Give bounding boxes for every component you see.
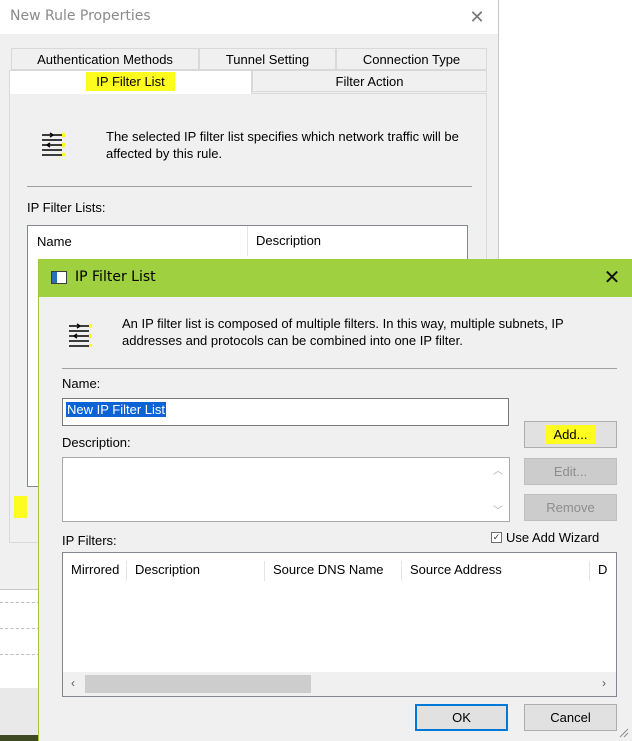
scroll-up-icon[interactable]: ︿	[487, 462, 509, 477]
separator	[62, 368, 617, 369]
dialog-titlebar: IP Filter List ✕	[39, 259, 632, 297]
tab-connection-type[interactable]: Connection Type	[336, 48, 487, 70]
column-header-source-dns-name[interactable]: Source DNS Name	[264, 561, 401, 581]
name-label: Name:	[62, 376, 101, 391]
ip-filter-list-dialog: IP Filter List ✕ An IP filter list is co…	[38, 259, 632, 741]
size-grip-icon[interactable]	[619, 728, 629, 738]
tab-authentication-methods[interactable]: Authentication Methods	[11, 48, 199, 70]
description-label: Description:	[62, 435, 131, 450]
dialog-info-text: An IP filter list is composed of multipl…	[122, 316, 564, 348]
name-input[interactable]: New IP Filter List	[62, 398, 509, 426]
column-header-description[interactable]: Description	[126, 561, 264, 581]
tab-filter-action[interactable]: Filter Action	[252, 70, 487, 92]
close-icon[interactable]: ✕	[601, 267, 623, 289]
add-button-label: Add...	[544, 425, 597, 444]
filter-list-icon	[42, 132, 65, 156]
ip-filters-table[interactable]: Mirrored Description Source DNS Name Sou…	[62, 552, 617, 697]
description-textarea[interactable]: ︿ ﹀	[62, 457, 510, 522]
cancel-button[interactable]: Cancel	[524, 704, 617, 731]
rule-window-titlebar: New Rule Properties ✕	[0, 0, 498, 34]
edit-button-label: Edit...	[553, 464, 588, 479]
tab-label: Connection Type	[362, 52, 461, 67]
column-header-description[interactable]: Description	[247, 226, 321, 256]
close-icon[interactable]: ✕	[467, 7, 487, 27]
dashed-line	[0, 602, 40, 603]
tab-label: Filter Action	[335, 74, 404, 89]
column-header-source-address[interactable]: Source Address	[401, 561, 589, 581]
ok-button[interactable]: OK	[415, 704, 508, 731]
add-button[interactable]: Add...	[524, 421, 617, 448]
tab-label: Authentication Methods	[37, 52, 173, 67]
window-icon	[51, 271, 67, 284]
background-panel	[0, 688, 40, 741]
tab-ip-filter-list[interactable]: IP Filter List	[9, 70, 252, 94]
name-input-value: New IP Filter List	[66, 402, 167, 417]
use-add-wizard-checkbox[interactable]: ✓ Use Add Wizard	[491, 530, 599, 545]
use-add-wizard-label: Use Add Wizard	[506, 530, 600, 545]
rule-info-text: The selected IP filter list specifies wh…	[106, 129, 459, 161]
remove-button[interactable]: Remove	[524, 494, 617, 521]
scroll-down-icon[interactable]: ﹀	[487, 502, 509, 517]
dashed-line	[0, 654, 40, 655]
ip-filters-label: IP Filters:	[62, 533, 117, 548]
checkbox-check-icon[interactable]: ✓	[491, 532, 502, 543]
separator	[27, 186, 472, 187]
tab-tunnel-setting[interactable]: Tunnel Setting	[199, 48, 336, 70]
cancel-button-label: Cancel	[550, 710, 591, 725]
scrollbar-thumb[interactable]	[85, 675, 311, 693]
edit-button[interactable]: Edit...	[524, 458, 617, 485]
horizontal-scrollbar[interactable]: ‹ ›	[63, 672, 616, 696]
remove-button-label: Remove	[546, 500, 595, 515]
tab-label: IP Filter List	[86, 72, 175, 91]
dialog-title: IP Filter List	[75, 269, 156, 285]
ip-filter-lists-label: IP Filter Lists:	[27, 200, 106, 215]
tab-label: Tunnel Setting	[225, 52, 310, 67]
scroll-left-icon[interactable]: ‹	[65, 676, 81, 690]
scroll-right-icon[interactable]: ›	[596, 676, 612, 690]
rule-window-title: New Rule Properties	[10, 8, 151, 24]
column-header-mirrored[interactable]: Mirrored	[63, 561, 126, 581]
highlight-marker	[14, 496, 27, 518]
ok-button-label: OK	[452, 710, 471, 725]
description-scrollbar[interactable]: ︿ ﹀	[487, 458, 509, 521]
filter-list-icon	[69, 323, 92, 347]
column-header-name[interactable]: Name	[37, 234, 72, 249]
dashed-line	[0, 628, 40, 629]
column-header-destination[interactable]: D	[589, 561, 616, 581]
background-bar	[0, 735, 40, 741]
